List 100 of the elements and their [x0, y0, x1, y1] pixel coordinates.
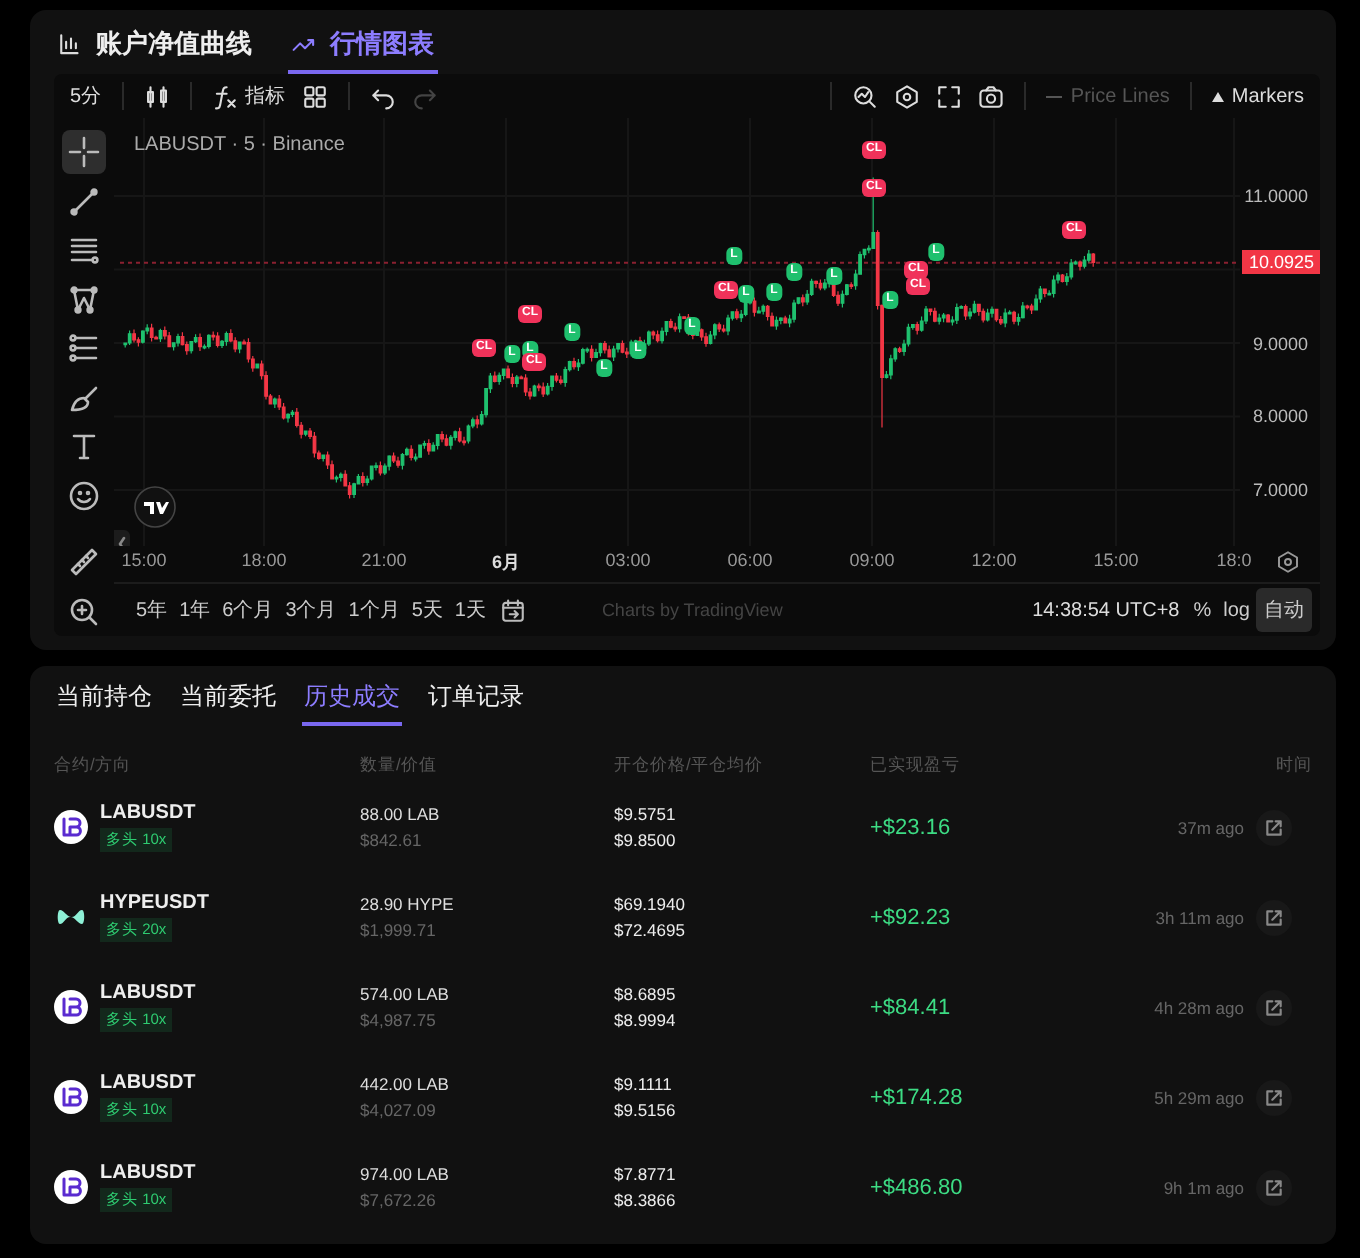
view-tab[interactable]: 账户净值曲线 [54, 26, 256, 74]
value-text: $4,027.09 [360, 1100, 438, 1120]
symbol-text: LABUSDT [100, 1162, 196, 1184]
time-label: 09:00 [849, 550, 895, 570]
order-tab[interactable]: 历史成交 [302, 680, 402, 726]
external-link-icon [1264, 907, 1284, 927]
time-label: 06:00 [727, 550, 773, 570]
bar-chart-icon [58, 31, 84, 57]
order-tab[interactable]: 订单记录 [426, 680, 526, 726]
external-link-icon [1264, 1177, 1284, 1197]
column-header: 已实现盈亏 [870, 754, 962, 778]
candlestick-icon [143, 83, 170, 109]
price-label: 8.0000 [1252, 406, 1308, 427]
close-price-text: $9.8500 [614, 830, 678, 850]
pnl-text: +$174.28 [870, 1085, 965, 1109]
fullscreen-icon [936, 83, 963, 109]
settings-icon [894, 83, 921, 109]
last-price-label: 10.0925 [1242, 250, 1320, 275]
chart-title: LABUSDT · 5 · Binance [134, 134, 345, 156]
coin-icon [54, 810, 88, 844]
time-label: 15:00 [1093, 550, 1139, 570]
range-button[interactable]: 3个月 [279, 592, 343, 628]
time-label: 21:00 [361, 550, 407, 570]
external-link-icon [1264, 817, 1284, 837]
scale-button[interactable]: % [1187, 595, 1218, 625]
close-price-text: $72.4695 [614, 920, 687, 940]
column-header: 时间 [1274, 754, 1312, 778]
quantity-text: 28.90 HYPE [360, 894, 456, 914]
value-text: $842.61 [360, 830, 424, 850]
column-header: 数量/价值 [360, 754, 439, 778]
interval-button[interactable]: 5分 [62, 78, 110, 114]
share-button[interactable] [1256, 1169, 1292, 1205]
share-button[interactable] [1256, 899, 1292, 935]
open-price-text: $7.8771 [614, 1164, 678, 1184]
grid-icon [301, 83, 328, 109]
scale-button[interactable]: 自动 [1256, 588, 1312, 632]
tool-button[interactable] [62, 130, 106, 174]
time-text: 3h 11m ago [1153, 907, 1246, 927]
clock-text: 14:38:54 UTC+8 [1032, 599, 1180, 621]
quantity-text: 974.00 LAB [360, 1164, 451, 1184]
fib-levels-icon [68, 332, 100, 364]
smiley-icon [68, 479, 100, 511]
range-button[interactable]: 1个月 [342, 592, 406, 628]
price-label: 7.0000 [1252, 480, 1308, 500]
brush-icon [68, 381, 100, 413]
external-link-icon [1264, 997, 1284, 1017]
range-button[interactable]: 6个月 [216, 592, 280, 628]
range-button[interactable]: 5天 [405, 592, 449, 628]
symbol-text: LABUSDT [100, 982, 196, 1004]
time-label: 03:00 [605, 550, 651, 570]
symbol-text: LABUSDT [100, 1072, 196, 1094]
camera-icon [978, 83, 1005, 109]
markers-toggle[interactable]: Markers [1203, 81, 1312, 111]
time-label: 12:00 [971, 550, 1017, 570]
scale-button[interactable]: log [1217, 595, 1256, 625]
close-price-text: $9.5156 [614, 1100, 678, 1120]
time-text: 9h 1m ago [1161, 1177, 1246, 1197]
range-button[interactable]: 5年 [130, 592, 174, 628]
price-label: 11.0000 [1244, 186, 1308, 206]
range-button[interactable]: 1天 [448, 592, 492, 628]
horizontal-lines-icon [68, 234, 100, 266]
time-text: 37m ago [1175, 817, 1246, 837]
time-text: 5h 29m ago [1152, 1087, 1246, 1107]
time-label: 15:00 [121, 550, 167, 570]
pnl-text: +$84.41 [870, 995, 953, 1019]
share-button[interactable] [1256, 809, 1292, 845]
share-button[interactable] [1256, 989, 1292, 1025]
order-tab[interactable]: 当前委托 [178, 680, 278, 726]
open-price-text: $9.5751 [614, 804, 678, 824]
open-price-text: $69.1940 [614, 894, 687, 914]
close-price-text: $8.9994 [614, 1010, 678, 1030]
coin-icon [54, 1170, 88, 1204]
order-tab[interactable]: 当前持仓 [54, 680, 154, 726]
chart-credit: Charts by TradingView [601, 600, 783, 620]
value-text: $7,672.26 [360, 1190, 438, 1210]
value-text: $4,987.75 [360, 1010, 438, 1030]
crosshair-icon [68, 136, 100, 168]
quantity-text: 88.00 LAB [360, 804, 442, 824]
symbol-text: LABUSDT [100, 802, 196, 824]
pnl-text: +$23.16 [870, 815, 953, 839]
time-label: 6月 [492, 550, 520, 576]
time-label: 18:00 [241, 550, 287, 570]
coin-icon [54, 1080, 88, 1114]
pattern-icon [68, 283, 100, 315]
range-button[interactable]: 1年 [173, 592, 217, 628]
indicators-button[interactable]: 指标 [203, 78, 294, 114]
symbol-text: HYPEUSDT [100, 892, 209, 914]
ruler-icon [68, 546, 100, 578]
quantity-text: 574.00 LAB [360, 984, 451, 1004]
external-link-icon [1264, 1087, 1284, 1107]
pnl-text: +$486.80 [870, 1175, 965, 1199]
chart-search-icon [852, 83, 879, 109]
redo-icon [411, 83, 438, 109]
undo-icon [369, 83, 396, 109]
zoom-in-icon [68, 595, 100, 627]
calendar-icon [499, 597, 526, 623]
time-label: 18:0 [1216, 550, 1252, 570]
share-button[interactable] [1256, 1079, 1292, 1115]
close-price-text: $8.3866 [614, 1190, 678, 1210]
quantity-text: 442.00 LAB [360, 1074, 451, 1094]
